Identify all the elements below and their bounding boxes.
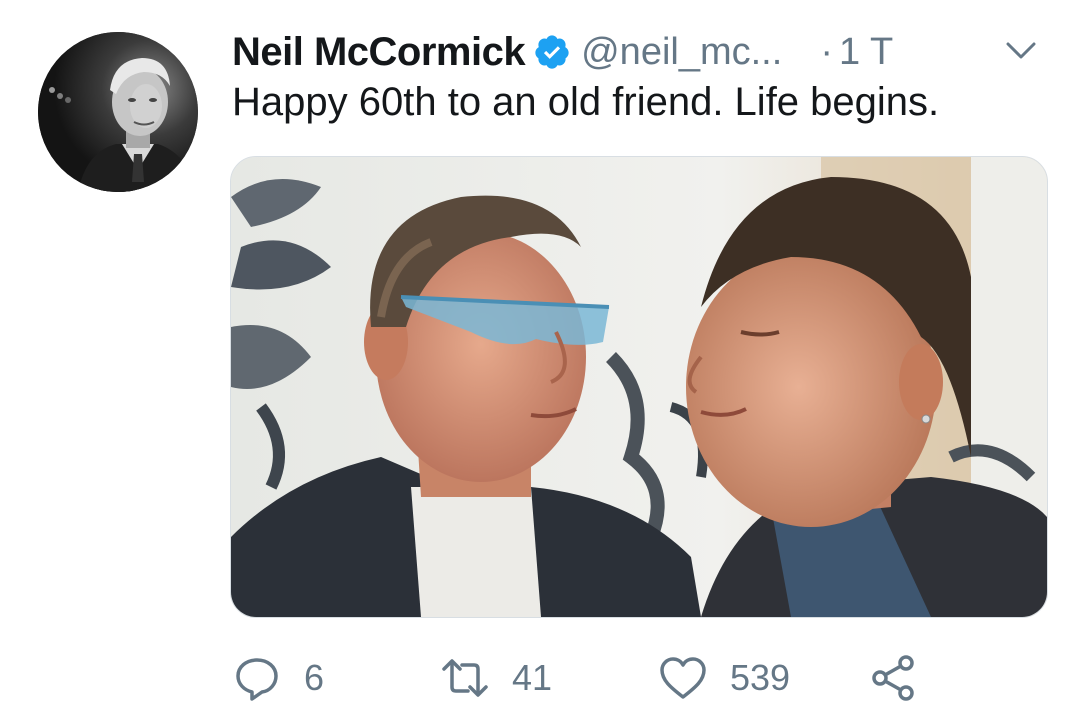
heart-icon (658, 653, 708, 703)
tweet-text: Happy 60th to an old friend. Life begins… (232, 80, 940, 124)
chevron-down-icon[interactable] (1002, 36, 1040, 66)
verified-badge-icon (533, 33, 571, 71)
separator-dot: · (820, 30, 833, 73)
timestamp[interactable]: 1 T (839, 31, 893, 74)
share-icon (868, 653, 918, 703)
tweet-card[interactable]: Neil McCormick @neil_mc... · 1 T Happy 6… (0, 0, 1080, 727)
user-handle[interactable]: @neil_mc... (581, 31, 782, 74)
tweet-photo[interactable] (230, 156, 1048, 618)
retweet-button[interactable]: 41 (440, 648, 552, 708)
tweet-actions: 6 41 539 (232, 648, 952, 708)
reply-count: 6 (304, 657, 325, 698)
reply-icon (232, 653, 282, 703)
like-count: 539 (730, 657, 791, 698)
avatar[interactable] (38, 32, 198, 192)
retweet-icon (440, 653, 490, 703)
reply-button[interactable]: 6 (232, 648, 324, 708)
retweet-count: 41 (512, 657, 553, 698)
like-button[interactable]: 539 (658, 648, 790, 708)
tweet-header: Neil McCormick @neil_mc... · 1 T (232, 24, 893, 80)
share-button[interactable] (868, 648, 918, 708)
display-name[interactable]: Neil McCormick (232, 30, 526, 75)
